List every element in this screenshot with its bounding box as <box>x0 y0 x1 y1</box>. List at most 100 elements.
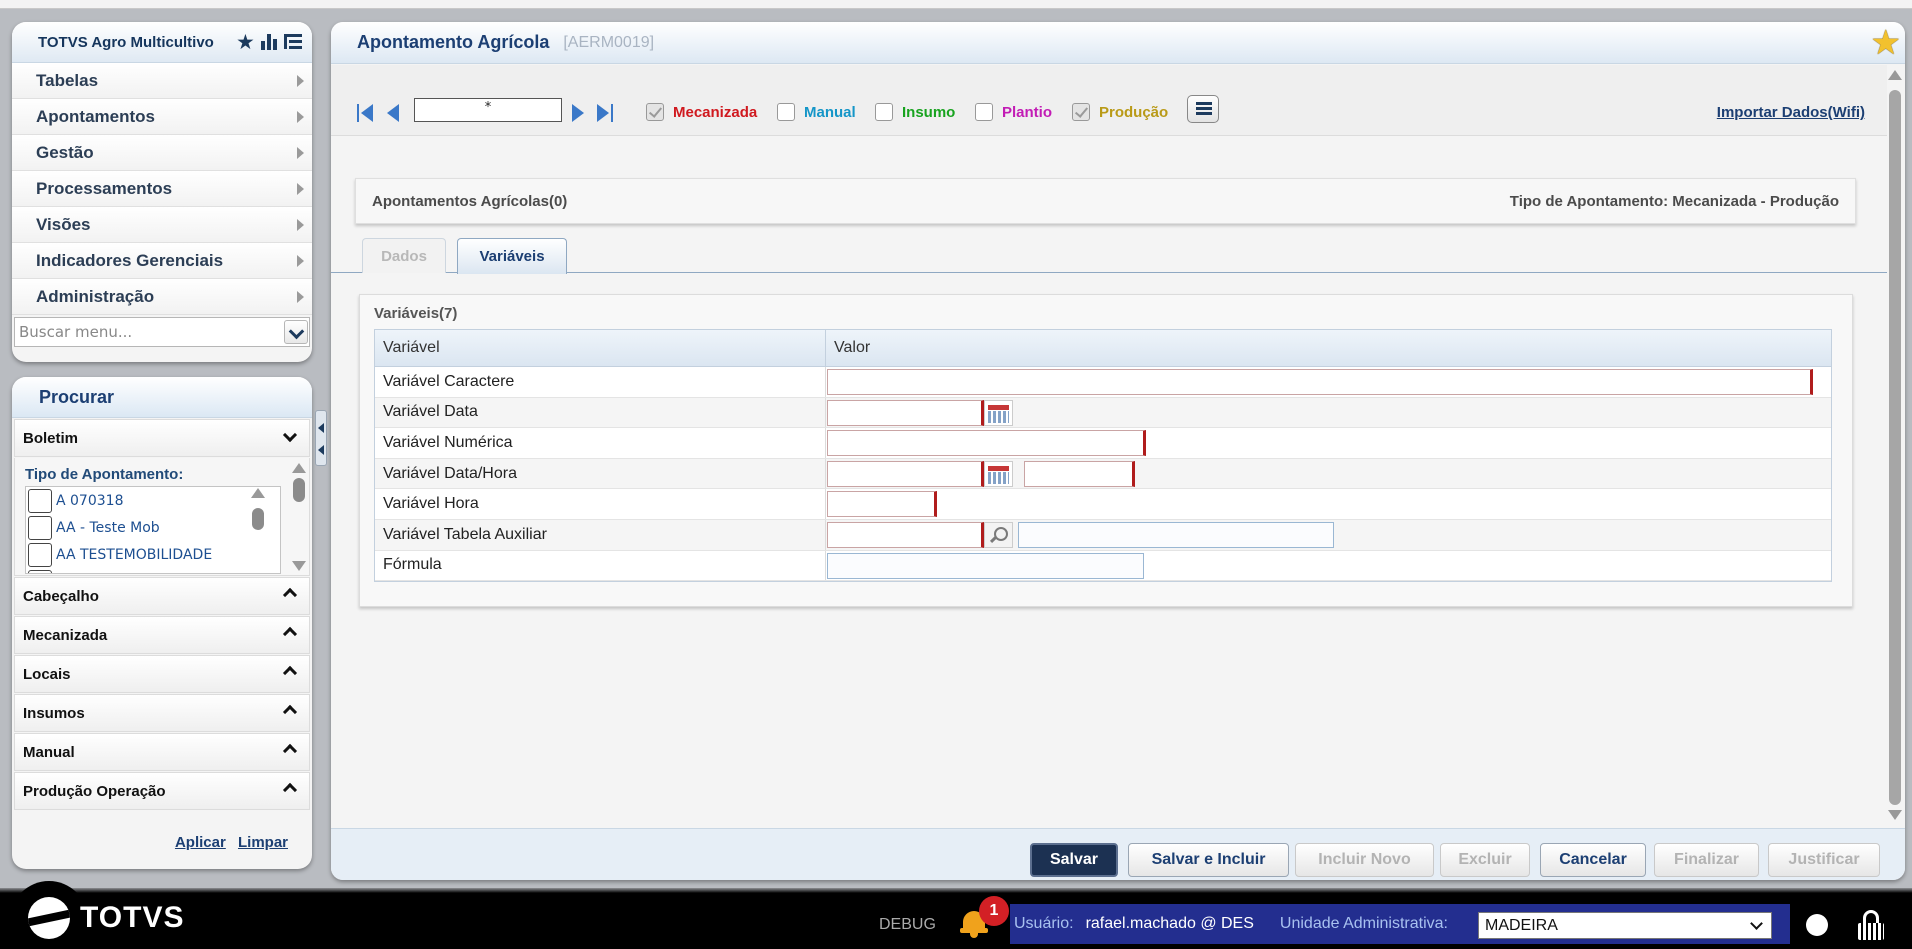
import-data-link[interactable]: Importar Dados(Wifi) <box>1717 104 1865 121</box>
status-dot[interactable] <box>1806 914 1828 936</box>
page-code: [AERM0019] <box>563 33 655 51</box>
main-scrollbar[interactable] <box>1888 70 1902 832</box>
menu-item-label: Administração <box>36 286 155 306</box>
unit-select[interactable]: MADEIRA <box>1478 912 1772 939</box>
tree-menu-icon[interactable] <box>284 33 302 51</box>
column-header-valor[interactable]: Valor <box>826 330 870 366</box>
record-number-input[interactable]: * <box>414 98 562 122</box>
list-scrollbar[interactable] <box>251 488 265 570</box>
page-title: Apontamento Agrícola <box>357 32 550 52</box>
checkbox[interactable] <box>28 569 52 573</box>
column-header-variavel[interactable]: Variável <box>375 330 826 366</box>
flag-producao[interactable]: Produção <box>1072 103 1168 121</box>
aux-table-description <box>1018 521 1334 548</box>
flag-manual[interactable]: Manual <box>777 103 856 121</box>
hour-input[interactable] <box>827 491 937 518</box>
caractere-input[interactable] <box>827 369 1813 395</box>
chevron-right-icon <box>297 183 304 195</box>
accordion-producao-operacao[interactable]: Produção Operação <box>14 772 310 810</box>
favorite-star-icon[interactable]: ★ <box>1871 25 1901 61</box>
scroll-thumb[interactable] <box>293 478 305 502</box>
checkbox[interactable] <box>975 103 993 121</box>
chart-bars-icon[interactable] <box>260 33 278 51</box>
clear-link[interactable]: Limpar <box>238 834 288 851</box>
flag-plantio[interactable]: Plantio <box>975 103 1052 121</box>
flag-insumo[interactable]: Insumo <box>875 103 955 121</box>
menu-item-label: Gestão <box>36 142 94 162</box>
checkbox[interactable] <box>777 103 795 121</box>
lock-icon[interactable] <box>1858 910 1884 940</box>
date-input[interactable] <box>827 399 984 426</box>
include-new-button[interactable]: Incluir Novo <box>1295 843 1434 877</box>
boletim-body: Tipo de Apontamento: A 070318 AA - Teste… <box>14 458 310 576</box>
calendar-icon[interactable] <box>984 399 1013 426</box>
accordion-cabecalho[interactable]: Cabeçalho <box>14 577 310 615</box>
table-row: Fórmula <box>375 550 1831 582</box>
scroll-down-icon[interactable] <box>292 561 306 571</box>
checkbox[interactable] <box>28 515 52 540</box>
table-row: Variável Data <box>375 397 1831 429</box>
aux-table-code-input[interactable] <box>827 521 984 548</box>
menu-item-tabelas[interactable]: Tabelas <box>12 63 312 99</box>
unit-label: Unidade Administrativa: <box>1279 915 1448 932</box>
accordion-manual[interactable]: Manual <box>14 733 310 771</box>
accordion-boletim[interactable]: Boletim <box>14 419 310 457</box>
menu-item-visoes[interactable]: Visões <box>12 207 312 243</box>
chevron-up-icon <box>282 704 298 720</box>
list-item[interactable] <box>26 568 280 573</box>
checkbox[interactable] <box>28 542 52 567</box>
delete-button[interactable]: Excluir <box>1440 843 1530 877</box>
list-icon[interactable] <box>1187 95 1219 123</box>
menu-search-input[interactable]: Buscar menu... <box>14 317 310 347</box>
scroll-thumb[interactable] <box>252 508 264 530</box>
panel-scrollbar[interactable] <box>292 463 306 573</box>
collapse-arrow-icon <box>318 445 324 455</box>
scroll-thumb[interactable] <box>1889 90 1901 805</box>
scroll-up-icon[interactable] <box>292 463 306 473</box>
notification-badge[interactable]: 1 <box>979 896 1009 926</box>
numeric-input[interactable] <box>827 430 1146 457</box>
datetime-date-input[interactable] <box>827 460 984 487</box>
scroll-up-icon[interactable] <box>1888 70 1902 80</box>
list-item[interactable]: AA - Teste Mob <box>26 514 280 541</box>
chevron-down-icon[interactable] <box>284 320 308 344</box>
search-panel-title: Procurar <box>12 377 312 418</box>
menu-item-processamentos[interactable]: Processamentos <box>12 171 312 207</box>
calendar-icon[interactable] <box>984 460 1013 487</box>
collapse-arrow-icon <box>318 423 324 433</box>
checkbox-checked[interactable] <box>1072 103 1090 121</box>
checkbox[interactable] <box>875 103 893 121</box>
tab-dados[interactable]: Dados <box>362 238 446 273</box>
menu-item-gestao[interactable]: Gestão <box>12 135 312 171</box>
flag-label: Plantio <box>1002 103 1053 121</box>
menu-item-indicadores[interactable]: Indicadores Gerenciais <box>12 243 312 279</box>
scroll-down-icon[interactable] <box>1888 810 1902 820</box>
save-and-include-button[interactable]: Salvar e Incluir <box>1128 843 1289 877</box>
list-item[interactable]: AA TESTEMOBILIDADE <box>26 541 280 568</box>
menu-header: TOTVS Agro Multicultivo ★ <box>12 22 312 63</box>
magnifier-icon[interactable] <box>984 521 1013 548</box>
tipo-apontamento-info: Tipo de Apontamento: Mecanizada - Produç… <box>1509 192 1839 210</box>
checkbox[interactable] <box>28 488 52 513</box>
tab-variaveis[interactable]: Variáveis <box>457 238 567 274</box>
flag-mecanizada[interactable]: Mecanizada <box>646 103 757 121</box>
flag-label: Produção <box>1099 103 1169 121</box>
accordion-label: Manual <box>23 743 75 761</box>
finish-button[interactable]: Finalizar <box>1654 843 1759 877</box>
menu-item-administracao[interactable]: Administração <box>12 279 312 315</box>
collapse-sidebar-handle[interactable] <box>315 410 327 466</box>
accordion-mecanizada[interactable]: Mecanizada <box>14 616 310 654</box>
menu-item-apontamentos[interactable]: Apontamentos <box>12 99 312 135</box>
apply-link[interactable]: Aplicar <box>175 834 226 851</box>
checkbox-checked[interactable] <box>646 103 664 121</box>
accordion-locais[interactable]: Locais <box>14 655 310 693</box>
list-item[interactable]: A 070318 <box>26 487 280 514</box>
star-icon[interactable]: ★ <box>236 32 255 53</box>
cancel-button[interactable]: Cancelar <box>1540 843 1646 877</box>
variable-name: Variável Data/Hora <box>375 458 826 489</box>
accordion-insumos[interactable]: Insumos <box>14 694 310 732</box>
datetime-time-input[interactable] <box>1024 460 1135 487</box>
justify-button[interactable]: Justificar <box>1768 843 1880 877</box>
save-button[interactable]: Salvar <box>1030 843 1118 877</box>
scroll-up-icon[interactable] <box>251 488 265 498</box>
